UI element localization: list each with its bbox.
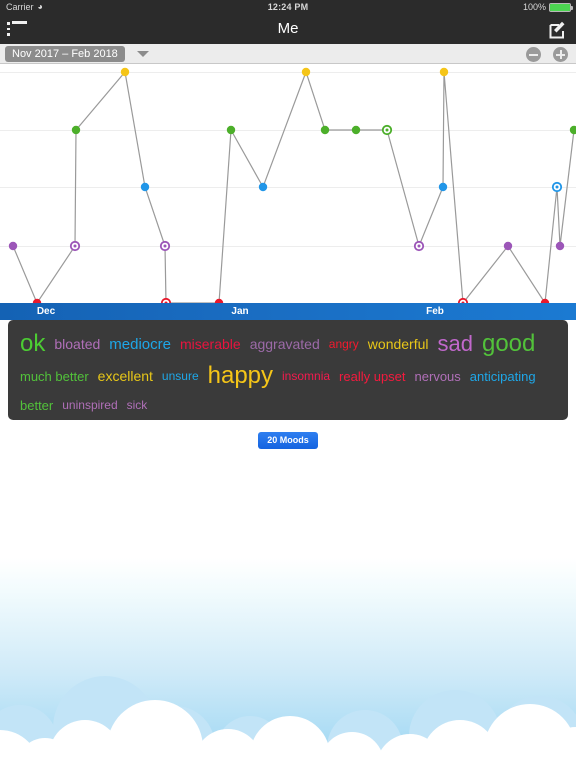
compose-icon[interactable] [548,20,568,40]
chevron-down-icon[interactable] [137,51,149,57]
mood-chart[interactable] [0,65,576,313]
chart-data-point[interactable] [8,241,18,251]
chart-data-point[interactable] [140,182,150,192]
mood-word[interactable]: ok [20,332,45,356]
battery-percent-label: 100% [522,2,546,12]
chart-month-axis: Dec Jan Feb [0,303,576,320]
mood-word[interactable]: sad [438,333,473,355]
mood-chart-svg [0,67,576,309]
chart-data-point[interactable] [413,240,425,252]
clouds-illustration [0,676,576,768]
chart-data-point[interactable] [301,67,311,77]
nav-bar: Me [0,14,576,44]
chart-data-point[interactable] [120,67,130,77]
sky-background [0,558,576,768]
app-screen: Carrier ◕ 12:24 PM 100% Me Nov 2017 – Fe… [0,0,576,768]
status-bar-time: 12:24 PM [267,2,309,12]
page-title: Me [277,20,299,37]
chart-data-point[interactable] [438,182,448,192]
chart-data-point[interactable] [320,125,330,135]
chart-data-point[interactable] [258,182,268,192]
mood-word[interactable]: really upset [339,370,405,383]
chart-data-point[interactable] [159,240,171,252]
word-cloud-row: much better excellent unsure happy insomnia r… [20,361,556,391]
mood-word-cloud: ok bloated mediocre miserable aggravated angr… [8,320,568,420]
chart-data-point[interactable] [551,181,563,193]
word-cloud-row: better uninspired sick [20,393,556,417]
mood-word[interactable]: wonderful [368,337,429,351]
mood-word[interactable]: happy [208,364,273,388]
minus-circle-icon[interactable] [526,47,541,62]
mood-word[interactable]: nervous [415,370,461,383]
status-bar: Carrier ◕ 12:24 PM 100% [0,0,576,14]
plus-circle-icon[interactable] [553,47,568,62]
mood-word[interactable]: uninspired [62,399,117,411]
chart-data-point[interactable] [569,125,576,135]
mood-word[interactable]: much better [20,370,89,383]
mood-word[interactable]: anticipating [470,370,536,383]
mood-word[interactable]: bloated [54,337,100,351]
chart-data-point[interactable] [555,241,565,251]
word-cloud-row: ok bloated mediocre miserable aggravated angr… [20,328,556,360]
mood-word[interactable]: excellent [98,369,153,383]
mood-word[interactable]: mediocre [109,337,171,352]
mood-word[interactable]: miserable [180,337,241,351]
moods-count-button[interactable]: 20 Moods [258,432,318,449]
chart-data-point[interactable] [71,125,81,135]
chart-data-point[interactable] [503,241,513,251]
date-toolbar: Nov 2017 – Feb 2018 [0,44,576,64]
mood-word[interactable]: unsure [162,370,199,382]
chart-data-point[interactable] [439,67,449,77]
mood-word[interactable]: good [482,332,535,356]
axis-tick-label: Feb [426,306,444,317]
date-range-selector[interactable]: Nov 2017 – Feb 2018 [5,46,125,62]
chart-data-point[interactable] [351,125,361,135]
battery-icon [549,2,573,12]
status-bar-right: 100% [522,0,573,14]
mood-word[interactable]: angry [329,338,359,350]
mood-word[interactable]: sick [127,399,148,411]
chart-data-point[interactable] [226,125,236,135]
chart-data-point[interactable] [381,124,393,136]
mood-word[interactable]: insomnia [282,370,330,382]
axis-tick-label: Jan [231,306,249,317]
mood-word[interactable]: aggravated [250,337,320,351]
chart-data-point[interactable] [69,240,81,252]
axis-tick-label: Dec [36,306,56,317]
mood-word[interactable]: better [20,399,53,412]
